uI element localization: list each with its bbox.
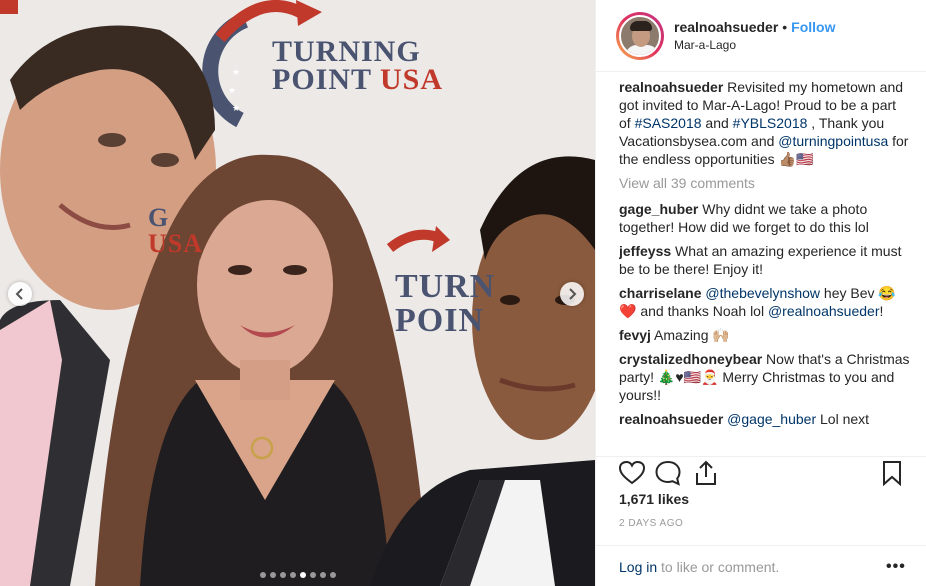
caption-username[interactable]: realnoahsueder xyxy=(619,79,723,95)
more-options-button[interactable]: ••• xyxy=(886,558,906,576)
bookmark-icon[interactable] xyxy=(878,459,906,487)
caption-text: and xyxy=(701,115,733,131)
hashtag-link[interactable]: #SAS2018 xyxy=(635,115,702,131)
brand-logo-right: TURN POIN xyxy=(395,268,496,339)
comment-text: ! xyxy=(879,303,884,319)
mention-link[interactable]: @gage_huber xyxy=(727,411,816,427)
follow-button[interactable]: Follow xyxy=(791,19,835,35)
comment-item: crystalizedhoneybear Now that's a Christ… xyxy=(619,350,911,404)
heart-icon[interactable] xyxy=(618,459,646,487)
comment-username[interactable]: realnoahsueder xyxy=(619,411,723,427)
comment-username[interactable]: crystalizedhoneybear xyxy=(619,351,762,367)
comment-list: gage_huber Why didnt we take a photo tog… xyxy=(619,200,911,428)
brand-logo-top: TURNING POINT USA xyxy=(272,35,443,96)
action-bar xyxy=(596,456,926,496)
carousel-dot xyxy=(279,572,286,578)
post-photo[interactable]: ★ ★ ★ TURNING POINT USA G USA TURN POIN xyxy=(0,0,595,586)
chevron-right-icon xyxy=(569,288,577,300)
comment-item: realnoahsueder @gage_huber Lol next xyxy=(619,410,911,428)
next-photo-button[interactable] xyxy=(560,282,584,306)
comment-item: fevyj Amazing 🙌🏼 xyxy=(619,326,911,344)
svg-text:★: ★ xyxy=(232,103,240,113)
post-author-username[interactable]: realnoahsueder xyxy=(674,19,778,35)
post-location[interactable]: Mar-a-Lago xyxy=(674,38,836,52)
view-all-comments-link[interactable]: View all 39 comments xyxy=(619,174,911,192)
carousel-dot xyxy=(319,572,326,578)
mention-link[interactable]: @realnoahsueder xyxy=(768,303,880,319)
carousel-dot xyxy=(329,572,336,578)
comments-section: realnoahsueder Revisited my hometown and… xyxy=(619,78,911,448)
mention-link[interactable]: @turningpointusa xyxy=(778,133,888,149)
avatar-image xyxy=(619,14,661,57)
login-prompt-text: to like or comment. xyxy=(657,559,780,575)
comment-item: gage_huber Why didnt we take a photo tog… xyxy=(619,200,911,236)
carousel-dot xyxy=(309,572,316,578)
carousel-dot xyxy=(259,572,266,578)
likes-count[interactable]: 1,671 likes xyxy=(619,491,689,507)
mention-link[interactable]: @thebevelynshow xyxy=(705,285,820,301)
login-prompt: Log in to like or comment. xyxy=(619,559,779,575)
carousel-indicator xyxy=(0,572,595,578)
header-separator: • xyxy=(782,19,788,35)
comment-item: charriselane @thebevelynshow hey Bev 😂❤️… xyxy=(619,284,911,320)
carousel-dot xyxy=(289,572,296,578)
comment-username[interactable]: charriselane xyxy=(619,285,702,301)
svg-text:★: ★ xyxy=(228,85,236,95)
carousel-dot xyxy=(269,572,276,578)
comment-text: Amazing 🙌🏼 xyxy=(650,327,730,343)
post-header: realnoahsueder • Follow Mar-a-Lago xyxy=(596,0,926,72)
comment-item: jeffeyss What an amazing experience it m… xyxy=(619,242,911,278)
login-link[interactable]: Log in xyxy=(619,559,657,575)
post-timestamp: 2 DAYS AGO xyxy=(619,518,684,529)
instagram-post-modal: ★ ★ ★ TURNING POINT USA G USA TURN POIN … xyxy=(0,0,926,586)
avatar[interactable] xyxy=(616,11,664,60)
post-footer: Log in to like or comment. ••• xyxy=(596,545,926,586)
comment-username[interactable]: gage_huber xyxy=(619,201,698,217)
chevron-left-icon xyxy=(15,288,23,300)
comment-text: Lol next xyxy=(816,411,870,427)
carousel-dot xyxy=(299,572,306,578)
share-icon[interactable] xyxy=(692,459,720,487)
brand-logo-middle: G USA xyxy=(148,203,204,258)
svg-text:★: ★ xyxy=(232,67,240,77)
hashtag-link[interactable]: #YBLS2018 xyxy=(733,115,808,131)
post-caption: realnoahsueder Revisited my hometown and… xyxy=(619,78,911,168)
previous-photo-button[interactable] xyxy=(8,282,32,306)
post-side-panel: realnoahsueder • Follow Mar-a-Lago realn… xyxy=(595,0,926,586)
comment-username[interactable]: jeffeyss xyxy=(619,243,671,259)
comment-bubble-icon[interactable] xyxy=(654,459,682,487)
comment-username[interactable]: fevyj xyxy=(619,327,651,343)
